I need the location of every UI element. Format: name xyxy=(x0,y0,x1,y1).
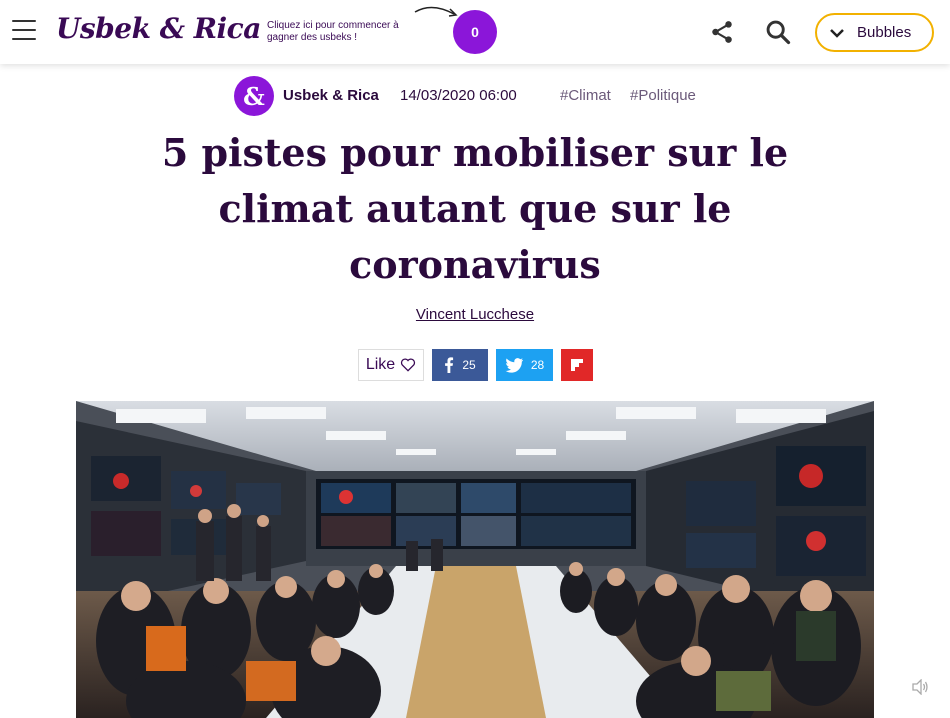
curved-arrow-icon xyxy=(414,6,458,17)
tag-politique[interactable]: #Politique xyxy=(630,87,696,104)
heart-icon xyxy=(401,358,416,372)
search-icon[interactable] xyxy=(764,18,792,46)
chevron-down-icon xyxy=(830,28,844,38)
author-avatar[interactable]: & xyxy=(234,76,274,116)
twitter-share-button[interactable]: 28 xyxy=(496,349,553,381)
site-header: Usbek & Rica Cliquez ici pour commencer … xyxy=(0,0,950,64)
share-icon[interactable] xyxy=(709,19,735,45)
promo-text[interactable]: Cliquez ici pour commencer à gagner des … xyxy=(267,20,417,44)
author-name[interactable]: Usbek & Rica xyxy=(283,87,379,104)
byline: Vincent Lucchese xyxy=(0,306,950,323)
publish-date: 14/03/2020 06:00 xyxy=(400,87,517,104)
facebook-icon xyxy=(445,357,454,373)
article-hero-image xyxy=(76,401,874,718)
like-label: Like xyxy=(365,356,396,373)
facebook-count: 25 xyxy=(462,358,476,372)
author-link[interactable]: Vincent Lucchese xyxy=(416,306,534,323)
tag-climat[interactable]: #Climat xyxy=(560,87,611,104)
article-meta: & Usbek & Rica 14/03/2020 06:00 #Climat … xyxy=(0,76,950,116)
flipboard-share-button[interactable] xyxy=(561,349,593,381)
like-button[interactable]: Like xyxy=(358,349,424,381)
bubbles-button[interactable]: Bubbles xyxy=(815,13,934,52)
bubbles-label: Bubbles xyxy=(857,24,912,41)
article-title: 5 pistes pour mobiliser sur le climat au… xyxy=(161,130,789,287)
site-logo[interactable]: Usbek & Rica xyxy=(56,12,261,45)
speaker-icon[interactable] xyxy=(911,679,929,695)
facebook-share-button[interactable]: 25 xyxy=(432,349,488,381)
twitter-count: 28 xyxy=(530,358,545,372)
twitter-icon xyxy=(505,357,523,373)
usbek-counter[interactable]: 0 xyxy=(453,10,497,54)
menu-icon[interactable] xyxy=(12,20,36,42)
flipboard-icon xyxy=(571,359,583,371)
